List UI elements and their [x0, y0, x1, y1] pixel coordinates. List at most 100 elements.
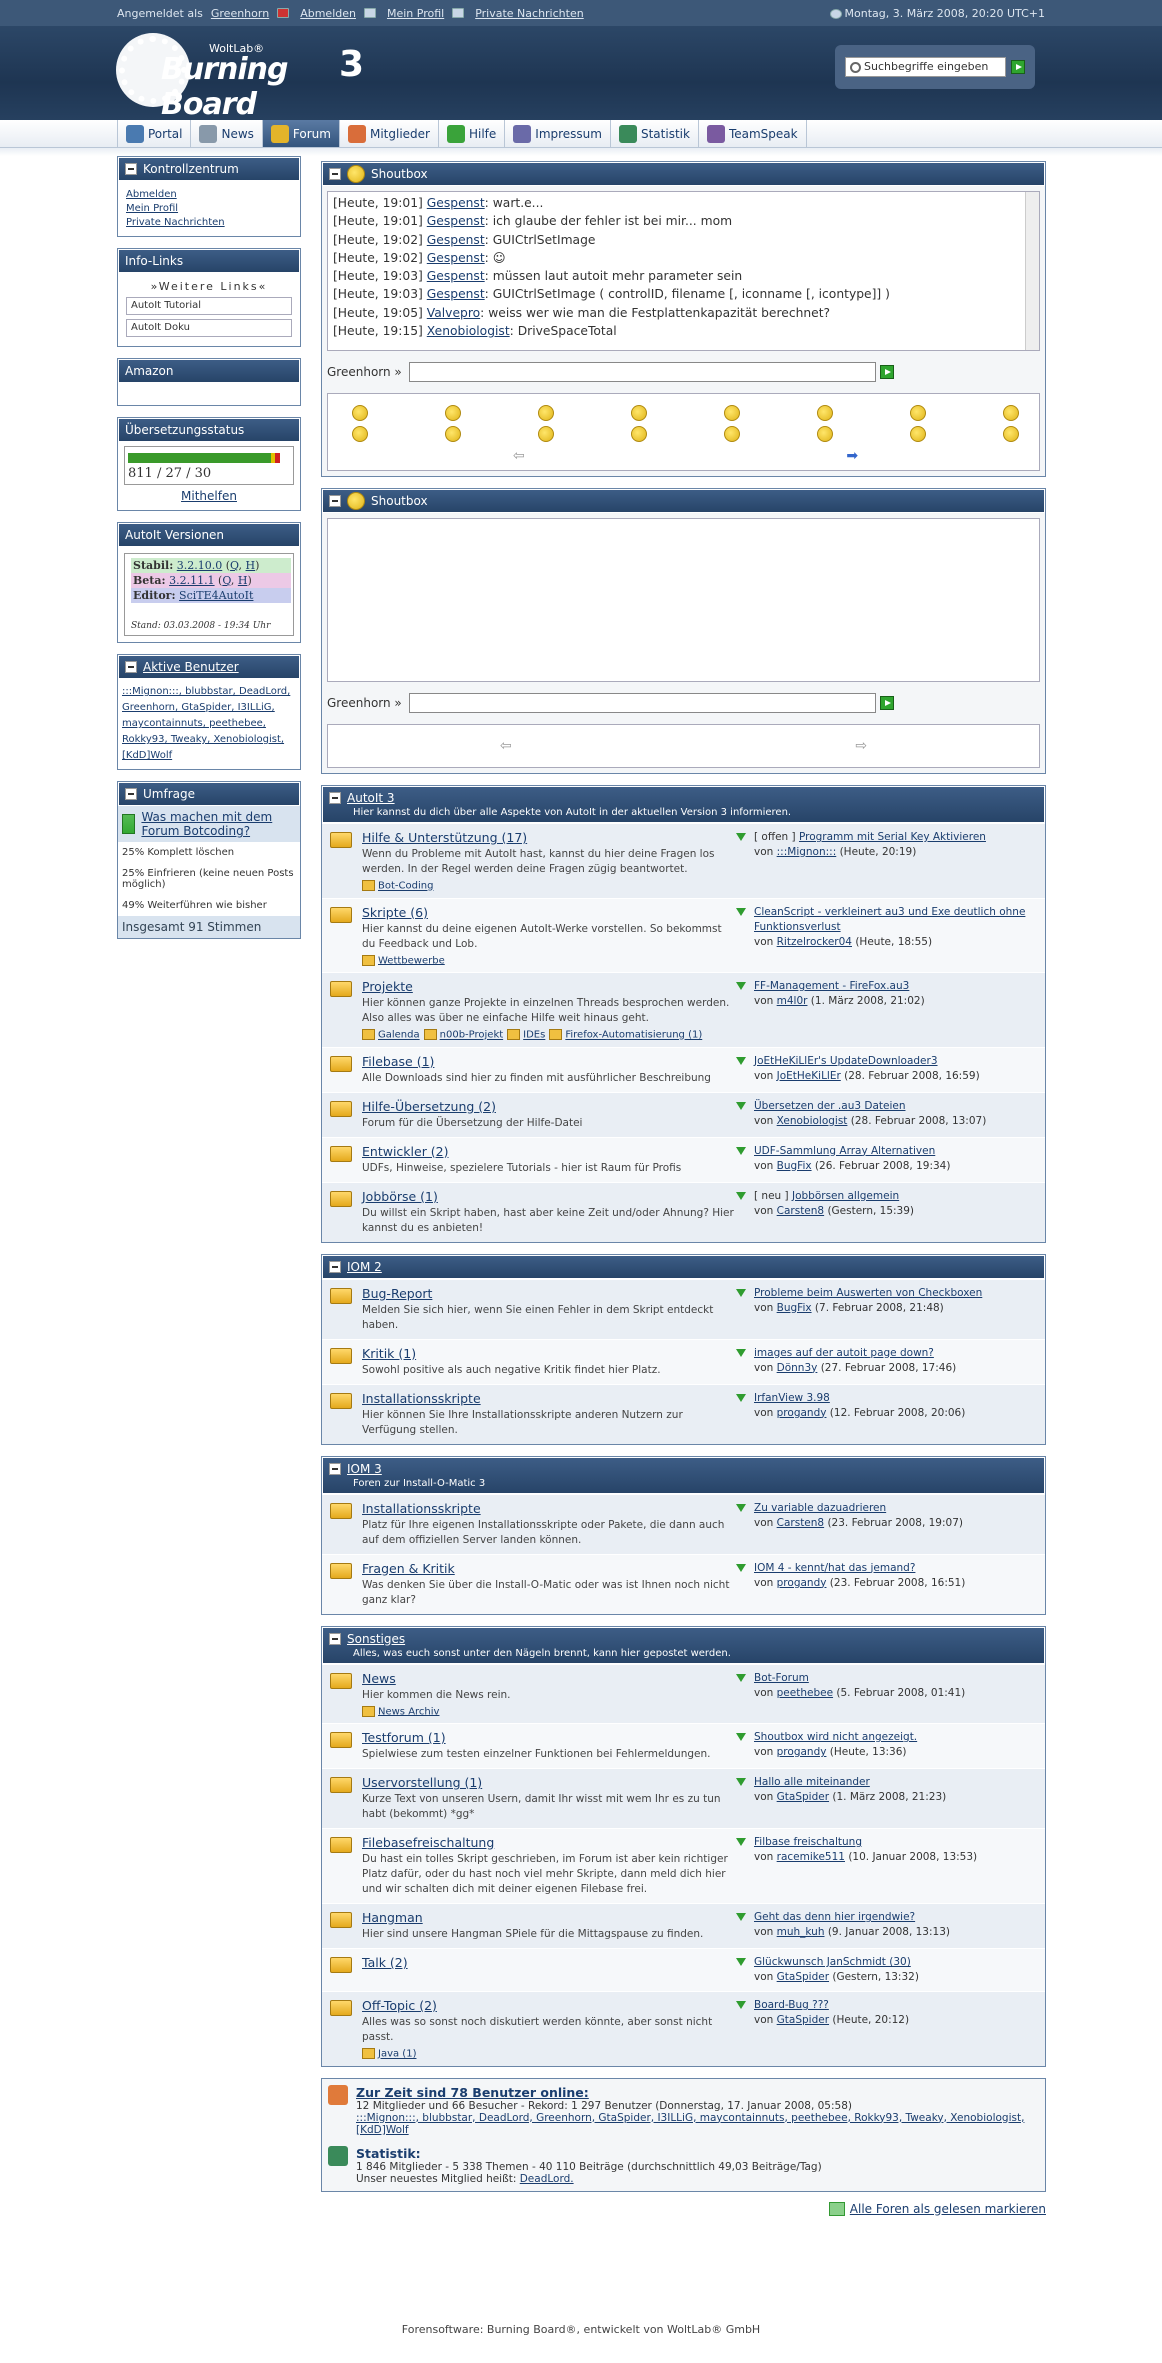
- forum-title[interactable]: Testforum (1): [362, 1730, 446, 1745]
- stable-version-link[interactable]: 3.2.10.0: [177, 559, 222, 572]
- prev-arrow-icon[interactable]: ⇦: [513, 448, 525, 464]
- collapse-icon[interactable]: [125, 163, 137, 175]
- shout-author[interactable]: Gespenst: [427, 287, 485, 301]
- logout-link[interactable]: Abmelden: [300, 7, 356, 20]
- last-post-link[interactable]: images auf der autoit page down?: [754, 1347, 934, 1359]
- last-post-link[interactable]: Board-Bug ???: [754, 1999, 829, 2011]
- forum-title[interactable]: Talk (2): [362, 1955, 408, 1970]
- forum-title[interactable]: Installationsskripte: [362, 1501, 481, 1516]
- nav-tab-forum[interactable]: Forum: [262, 120, 340, 147]
- collapse-icon[interactable]: [329, 1632, 341, 1645]
- last-post-author[interactable]: Ritzelrocker04: [777, 936, 852, 948]
- collapse-icon[interactable]: [125, 661, 137, 673]
- last-post-author[interactable]: Carsten8: [777, 1517, 824, 1529]
- nav-tab-statistik[interactable]: Statistik: [611, 120, 699, 147]
- category-title[interactable]: IOM 3: [329, 1462, 1038, 1476]
- newest-member-link[interactable]: DeadLord.: [520, 2173, 574, 2185]
- forum-title[interactable]: Kritik (1): [362, 1346, 416, 1361]
- subforum-link[interactable]: n00b-Projekt: [424, 1029, 504, 1041]
- last-post-link[interactable]: JoEtHeKiLlEr's UpdateDownloader3: [754, 1055, 938, 1067]
- last-post-link[interactable]: Filbase freischaltung: [754, 1836, 862, 1848]
- last-post-link[interactable]: FF-Management - FireFox.au3: [754, 980, 909, 992]
- last-post-link[interactable]: UDF-Sammlung Array Alternativen: [754, 1145, 935, 1157]
- smiley-icon[interactable]: [445, 426, 461, 442]
- last-post-author[interactable]: progandy: [777, 1746, 827, 1758]
- shout-author[interactable]: Gespenst: [427, 233, 485, 247]
- forum-title[interactable]: Hilfe-Übersetzung (2): [362, 1099, 496, 1114]
- next-arrow-icon[interactable]: ⇨: [855, 738, 867, 754]
- last-post-author[interactable]: BugFix: [777, 1160, 812, 1172]
- last-post-link[interactable]: Übersetzen der .au3 Dateien: [754, 1100, 906, 1112]
- last-post-link[interactable]: IOM 4 - kennt/hat das jemand?: [754, 1562, 915, 1574]
- nav-tab-hilfe[interactable]: Hilfe: [439, 120, 506, 147]
- smiley-icon[interactable]: [538, 426, 554, 442]
- nav-tab-portal[interactable]: Portal: [117, 120, 192, 147]
- smiley-icon[interactable]: [817, 426, 833, 442]
- forum-title[interactable]: Hilfe & Unterstützung (17): [362, 830, 527, 845]
- editor-link[interactable]: SciTE4AutoIt: [179, 589, 253, 602]
- smiley-icon[interactable]: [352, 405, 368, 421]
- smiley-icon[interactable]: [817, 405, 833, 421]
- forum-title[interactable]: Entwickler (2): [362, 1144, 449, 1159]
- collapse-icon[interactable]: [329, 1462, 341, 1475]
- last-post-author[interactable]: peethebee: [777, 1687, 833, 1699]
- shoutbox2-log[interactable]: [327, 518, 1040, 682]
- beta-version-link[interactable]: 3.2.11.1: [169, 574, 214, 587]
- messages-link[interactable]: Private Nachrichten: [475, 7, 584, 20]
- collapse-icon[interactable]: [329, 1260, 341, 1273]
- shout-author[interactable]: Xenobiologist: [427, 324, 510, 338]
- nav-tab-news[interactable]: News: [191, 120, 263, 147]
- shoutbox2-send-button[interactable]: [880, 696, 894, 710]
- scrollbar[interactable]: [1025, 192, 1039, 350]
- shout-author[interactable]: Gespenst: [427, 251, 485, 265]
- last-post-link[interactable]: Jobbörsen allgemein: [792, 1190, 899, 1202]
- last-post-author[interactable]: :::Mignon:::: [777, 846, 837, 858]
- last-post-author[interactable]: Carsten8: [777, 1205, 824, 1217]
- subforum-link[interactable]: Java (1): [362, 2048, 416, 2060]
- nav-tab-mitglieder[interactable]: Mitglieder: [340, 120, 439, 147]
- smiley-icon[interactable]: [1003, 426, 1019, 442]
- logo[interactable]: WoltLab® Burning Board 3: [117, 34, 377, 122]
- online-title[interactable]: Zur Zeit sind 78 Benutzer online:: [356, 2085, 1039, 2100]
- shoutbox-send-button[interactable]: [880, 365, 894, 379]
- nav-tab-impressum[interactable]: Impressum: [505, 120, 611, 147]
- active-users-title[interactable]: Aktive Benutzer: [143, 660, 239, 674]
- last-post-author[interactable]: Xenobiologist: [777, 1115, 848, 1127]
- active-users-list[interactable]: :::Mignon:::, blubbstar, DeadLord, Green…: [122, 686, 290, 761]
- category-title[interactable]: IOM 2: [329, 1260, 1038, 1274]
- category-title-text[interactable]: AutoIt 3: [347, 791, 395, 805]
- smiley-icon[interactable]: [631, 426, 647, 442]
- smiley-icon[interactable]: [910, 426, 926, 442]
- forum-title[interactable]: Uservorstellung (1): [362, 1775, 482, 1790]
- sidebar-profile-link[interactable]: Mein Profil: [126, 203, 292, 214]
- category-title-text[interactable]: IOM 2: [347, 1260, 382, 1274]
- subforum-link[interactable]: Galenda: [362, 1029, 420, 1041]
- shout-author[interactable]: Gespenst: [427, 196, 485, 210]
- smiley-icon[interactable]: [724, 405, 740, 421]
- next-arrow-icon[interactable]: ➡: [846, 448, 858, 464]
- smiley-icon[interactable]: [1003, 405, 1019, 421]
- forum-title[interactable]: Filebase (1): [362, 1054, 434, 1069]
- smiley-icon[interactable]: [724, 426, 740, 442]
- collapse-icon[interactable]: [125, 788, 137, 800]
- last-post-link[interactable]: CleanScript - verkleinert au3 und Exe de…: [754, 906, 1025, 933]
- last-post-author[interactable]: GtaSpider: [777, 2014, 829, 2026]
- shout-author[interactable]: Gespenst: [427, 214, 485, 228]
- collapse-icon[interactable]: [329, 495, 341, 507]
- sidebar-logout-link[interactable]: Abmelden: [126, 189, 292, 200]
- prev-arrow-icon[interactable]: ⇦: [500, 738, 512, 754]
- smiley-icon[interactable]: [631, 405, 647, 421]
- shoutbox-input[interactable]: [409, 362, 876, 382]
- last-post-link[interactable]: IrfanView 3.98: [754, 1392, 830, 1404]
- last-post-link[interactable]: Shoutbox wird nicht angezeigt.: [754, 1731, 917, 1743]
- forum-title[interactable]: Jobbörse (1): [362, 1189, 438, 1204]
- forum-title[interactable]: Skripte (6): [362, 905, 428, 920]
- collapse-icon[interactable]: [329, 792, 341, 804]
- mithelfen-link[interactable]: Mithelfen: [124, 489, 294, 503]
- last-post-link[interactable]: Hallo alle miteinander: [754, 1776, 870, 1788]
- shoutbox2-input[interactable]: [409, 693, 876, 713]
- search-input[interactable]: Suchbegriffe eingeben: [845, 57, 1007, 77]
- subforum-link[interactable]: Firefox-Automatisierung (1): [549, 1029, 702, 1041]
- subforum-link[interactable]: IDEs: [507, 1029, 545, 1041]
- forum-title[interactable]: Off-Topic (2): [362, 1998, 437, 2013]
